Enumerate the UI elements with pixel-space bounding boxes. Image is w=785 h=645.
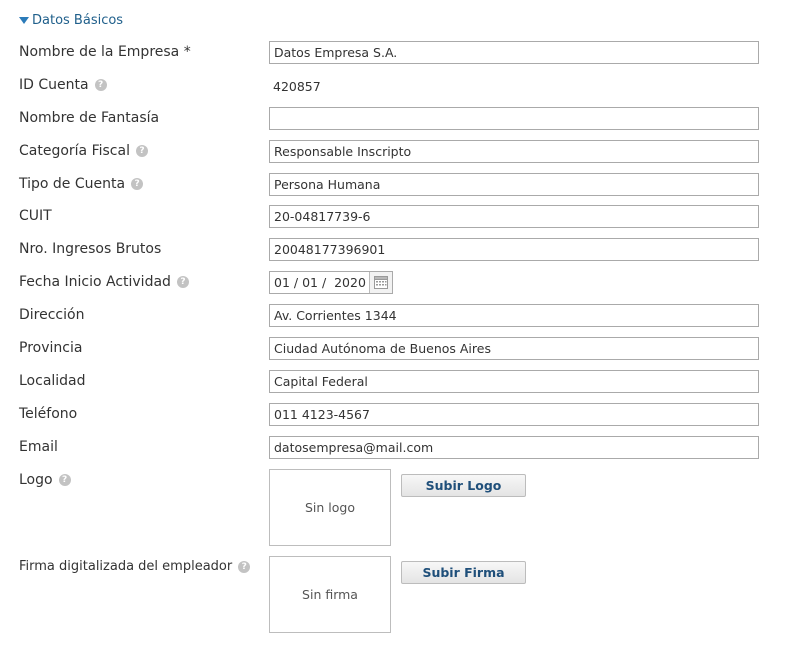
label-tipo-cuenta: Tipo de Cuenta ?	[19, 176, 144, 192]
categoria-fiscal-input[interactable]	[269, 140, 759, 163]
label-logo: Logo ?	[19, 472, 71, 488]
cuit-input[interactable]	[269, 205, 759, 228]
upload-firma-button[interactable]: Subir Firma	[401, 561, 526, 584]
provincia-input[interactable]	[269, 337, 759, 360]
fecha-inicio-value[interactable]: 01 / 01 / 2020	[270, 275, 369, 290]
nombre-empresa-input[interactable]	[269, 41, 759, 64]
help-icon[interactable]: ?	[135, 145, 148, 157]
fecha-inicio-input[interactable]: 01 / 01 / 2020	[269, 271, 393, 294]
help-icon[interactable]: ?	[238, 560, 251, 573]
label-id-cuenta: ID Cuenta ?	[19, 77, 107, 93]
label-nombre-fantasia: Nombre de Fantasía	[19, 110, 160, 126]
label-firma: Firma digitalizada del empleador ?	[19, 559, 251, 574]
help-icon[interactable]: ?	[94, 79, 107, 91]
section-toggle-datos-basicos[interactable]: Datos Básicos	[19, 11, 123, 29]
help-icon[interactable]: ?	[58, 474, 71, 486]
label-ingresos-brutos: Nro. Ingresos Brutos	[19, 241, 162, 257]
label-direccion: Dirección	[19, 307, 85, 323]
direccion-input[interactable]	[269, 304, 759, 327]
label-email: Email	[19, 439, 58, 455]
telefono-input[interactable]	[269, 403, 759, 426]
help-icon[interactable]: ?	[131, 178, 144, 190]
tipo-cuenta-input[interactable]	[269, 173, 759, 196]
section-title: Datos Básicos	[32, 12, 124, 28]
logo-placeholder-text: Sin logo	[304, 500, 355, 515]
label-cuit: CUIT	[19, 208, 52, 224]
help-icon[interactable]: ?	[176, 276, 189, 288]
nombre-fantasia-input[interactable]	[269, 107, 759, 130]
id-cuenta-value: 420857	[273, 79, 321, 94]
logo-preview: Sin logo	[269, 469, 391, 546]
triangle-down-icon	[19, 17, 29, 24]
firma-preview: Sin firma	[269, 556, 391, 633]
calendar-icon[interactable]	[369, 272, 392, 293]
firma-placeholder-text: Sin firma	[302, 587, 358, 602]
localidad-input[interactable]	[269, 370, 759, 393]
email-input[interactable]	[269, 436, 759, 459]
label-telefono: Teléfono	[19, 406, 78, 422]
label-localidad: Localidad	[19, 373, 86, 389]
ingresos-brutos-input[interactable]	[269, 238, 759, 261]
label-nombre-empresa: Nombre de la Empresa *	[19, 44, 191, 60]
label-categoria-fiscal: Categoría Fiscal ?	[19, 143, 148, 159]
label-provincia: Provincia	[19, 340, 83, 356]
label-fecha-inicio: Fecha Inicio Actividad ?	[19, 274, 189, 290]
upload-logo-button[interactable]: Subir Logo	[401, 474, 526, 497]
